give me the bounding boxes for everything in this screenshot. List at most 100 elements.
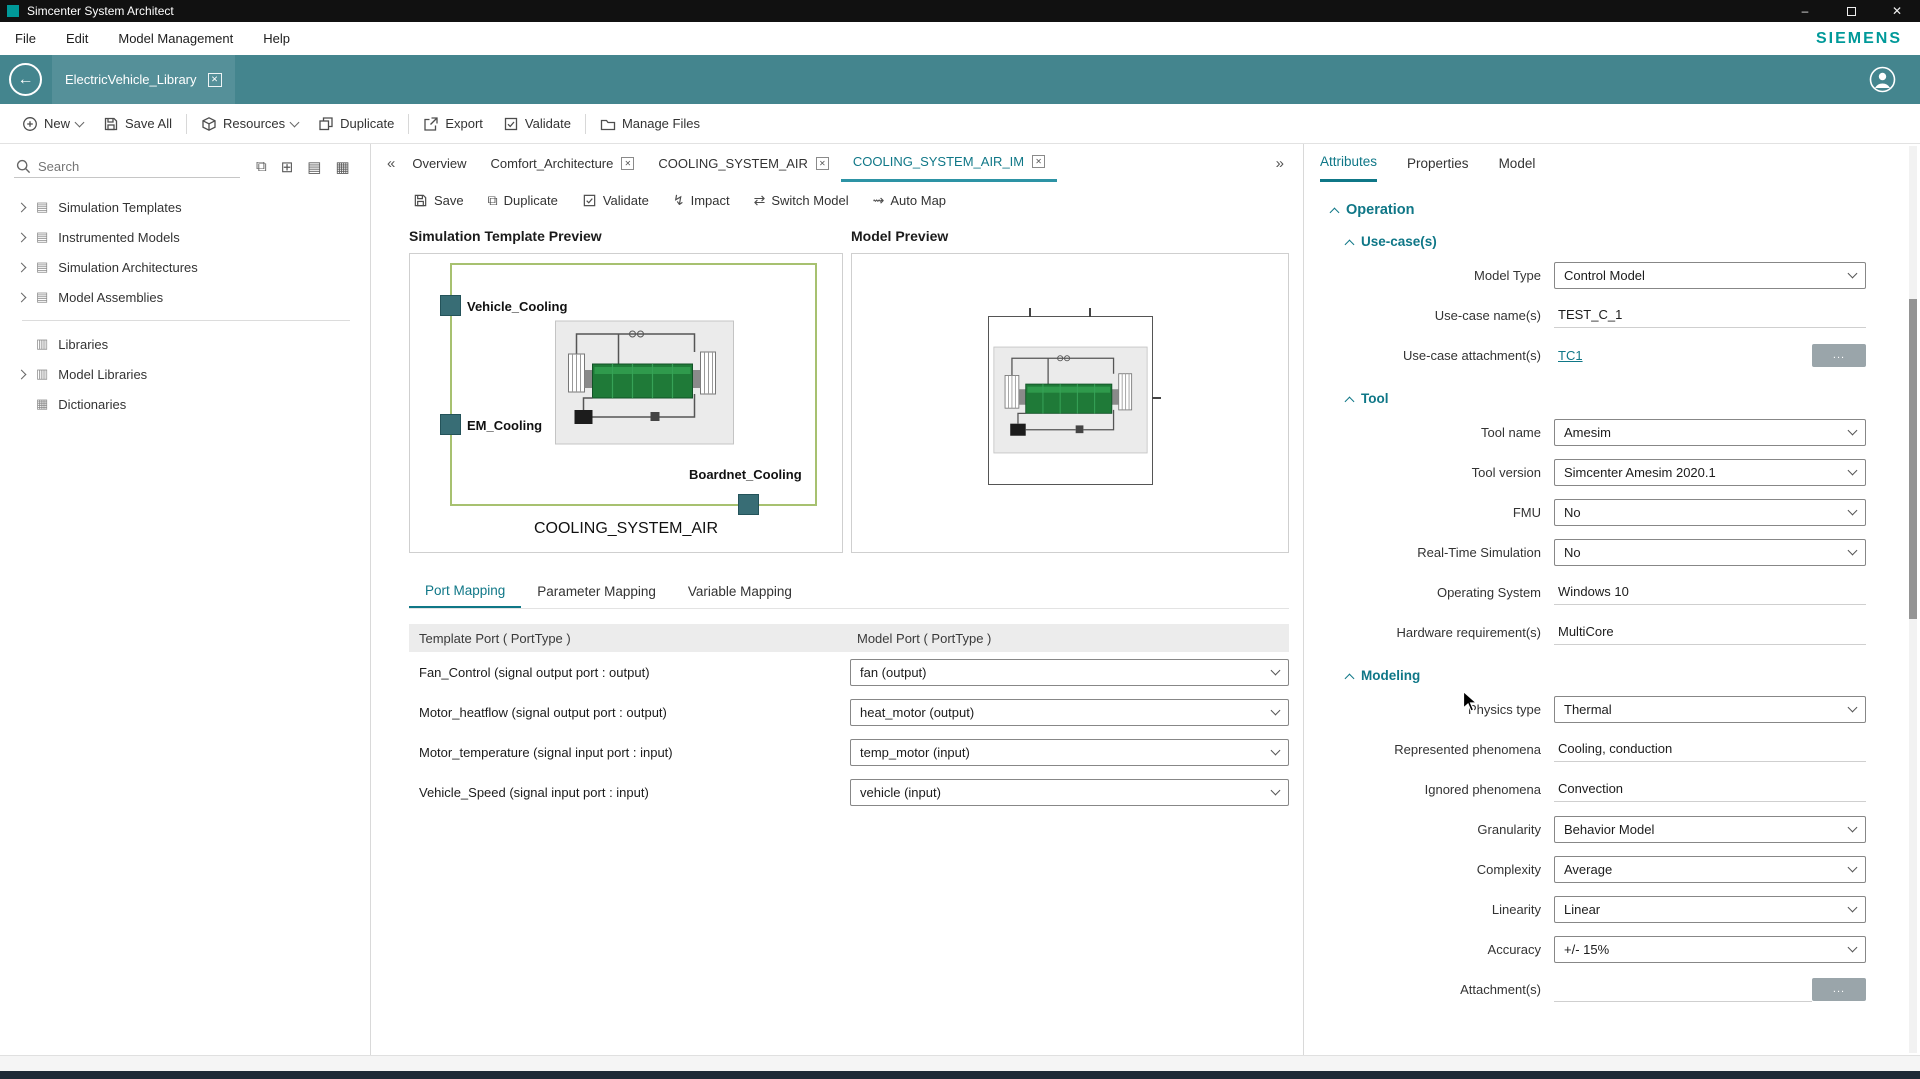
manage-files-button[interactable]: Manage Files <box>590 110 710 138</box>
tab-label: COOLING_SYSTEM_AIR_IM <box>853 154 1024 169</box>
tab-parameter-mapping[interactable]: Parameter Mapping <box>521 575 672 608</box>
expander-chevron-icon[interactable] <box>17 292 27 302</box>
duplicate-button[interactable]: ⧉ Duplicate <box>488 193 558 208</box>
scrollbar-thumb[interactable] <box>1909 299 1917 619</box>
menu-file[interactable]: File <box>0 22 51 55</box>
tab-cooling-system-air[interactable]: COOLING_SYSTEM_AIR ✕ <box>646 144 841 182</box>
operating-system-input[interactable]: Windows 10 <box>1554 580 1866 605</box>
port-square-em-cooling[interactable] <box>440 414 461 435</box>
tab-close-icon[interactable]: ✕ <box>621 157 634 170</box>
editor-toolbar: Save ⧉ Duplicate Validate ↯ Impact ⇄ Swi… <box>371 182 1303 218</box>
chevron-down-icon[interactable] <box>290 117 300 127</box>
profile-button[interactable] <box>1869 66 1896 93</box>
views-icon[interactable]: ⧉ <box>256 158 267 176</box>
tab-model[interactable]: Model <box>1499 144 1536 182</box>
tool-name-select[interactable]: Amesim <box>1554 419 1866 446</box>
sidebar-item-model-assemblies[interactable]: ▤ Model Assemblies <box>0 282 370 312</box>
resources-button[interactable]: Resources <box>191 110 308 138</box>
section-tool[interactable]: Tool <box>1346 391 1920 406</box>
tab-close-icon[interactable]: ✕ <box>1032 155 1045 168</box>
sidebar-item-instrumented-models[interactable]: ▤ Instrumented Models <box>0 222 370 252</box>
save-all-button[interactable]: Save All <box>93 110 182 138</box>
use-case-attachment-link[interactable]: TC1 <box>1554 348 1583 363</box>
sidebar-item-simulation-templates[interactable]: ▤ Simulation Templates <box>0 192 370 222</box>
template-preview-canvas[interactable]: Vehicle_Cooling EM_Cooling Boardnet_Cool… <box>409 253 843 553</box>
sidebar-item-label: Instrumented Models <box>58 230 179 245</box>
collapse-tabs-icon[interactable]: « <box>382 155 400 172</box>
expander-chevron-icon[interactable] <box>17 202 27 212</box>
tab-variable-mapping[interactable]: Variable Mapping <box>672 575 808 608</box>
chevron-down-icon[interactable] <box>75 117 85 127</box>
window-close-button[interactable]: ✕ <box>1874 0 1920 22</box>
new-view-icon[interactable]: ⊞ <box>281 158 294 176</box>
model-port-select[interactable]: fan (output) <box>850 659 1289 686</box>
model-type-select[interactable]: Control Model <box>1554 262 1866 289</box>
tab-properties[interactable]: Properties <box>1407 144 1469 182</box>
tab-overflow-icon[interactable]: » <box>1271 155 1289 172</box>
expander-chevron-icon[interactable] <box>17 369 27 379</box>
hardware-requirements-input[interactable]: MultiCore <box>1554 620 1866 645</box>
impact-label: Impact <box>691 193 730 208</box>
back-button[interactable]: ← <box>9 63 42 96</box>
menu-model-management[interactable]: Model Management <box>103 22 248 55</box>
sidebar-item-model-libraries[interactable]: ▥ Model Libraries <box>0 359 370 389</box>
section-use-cases[interactable]: Use-case(s) <box>1346 234 1920 249</box>
validate-button[interactable]: Validate <box>582 193 649 208</box>
complexity-select[interactable]: Average <box>1554 856 1866 883</box>
workspace-tab[interactable]: ElectricVehicle_Library ✕ <box>52 55 235 104</box>
section-modeling[interactable]: Modeling <box>1346 668 1920 683</box>
window-minimize-button[interactable]: – <box>1782 0 1828 22</box>
port-square-boardnet-cooling[interactable] <box>738 494 759 515</box>
tab-close-icon[interactable]: ✕ <box>816 157 829 170</box>
menu-help[interactable]: Help <box>248 22 305 55</box>
validate-button[interactable]: Validate <box>493 110 581 138</box>
search-input[interactable] <box>38 159 218 174</box>
use-case-attachment-browse-button[interactable]: ... <box>1812 344 1866 367</box>
model-port-select[interactable]: temp_motor (input) <box>850 739 1289 766</box>
use-case-name-input[interactable]: TEST_C_1 <box>1554 303 1866 328</box>
export-button[interactable]: Export <box>413 110 493 138</box>
attachments-browse-button[interactable]: ... <box>1812 978 1866 1001</box>
port-square-vehicle-cooling[interactable] <box>440 295 461 316</box>
represented-phenomena-input[interactable]: Cooling, conduction <box>1554 737 1866 762</box>
sidebar-item-dictionaries[interactable]: ▦ Dictionaries <box>0 389 370 419</box>
workspace-tab-close-icon[interactable]: ✕ <box>208 73 222 87</box>
impact-button[interactable]: ↯ Impact <box>673 193 730 208</box>
tool-version-select[interactable]: Simcenter Amesim 2020.1 <box>1554 459 1866 486</box>
switch-model-button[interactable]: ⇄ Switch Model <box>754 193 849 208</box>
model-port-select[interactable]: vehicle (input) <box>850 779 1289 806</box>
menu-edit[interactable]: Edit <box>51 22 103 55</box>
tab-overview[interactable]: Overview <box>400 144 478 182</box>
linearity-select[interactable]: Linear <box>1554 896 1866 923</box>
new-button[interactable]: New <box>12 110 93 138</box>
window-restore-button[interactable] <box>1828 0 1874 22</box>
layout-view-icon[interactable]: ▦ <box>335 158 349 176</box>
duplicate-button[interactable]: Duplicate <box>308 110 404 138</box>
search-field[interactable] <box>14 156 240 178</box>
ignored-phenomena-input[interactable]: Convection <box>1554 777 1866 802</box>
fmu-select[interactable]: No <box>1554 499 1866 526</box>
vertical-scrollbar[interactable] <box>1909 146 1917 1053</box>
grid-view-icon[interactable]: ▤ <box>307 158 321 176</box>
auto-map-button[interactable]: ⇝ Auto Map <box>873 193 946 208</box>
tab-port-mapping[interactable]: Port Mapping <box>409 575 521 608</box>
tab-comfort-architecture[interactable]: Comfort_Architecture ✕ <box>479 144 647 182</box>
sidebar-item-libraries[interactable]: ▥ Libraries <box>0 329 370 359</box>
granularity-select[interactable]: Behavior Model <box>1554 816 1866 843</box>
physics-type-select[interactable]: Thermal <box>1554 696 1866 723</box>
tab-cooling-system-air-im[interactable]: COOLING_SYSTEM_AIR_IM ✕ <box>841 144 1057 182</box>
save-all-label: Save All <box>125 116 172 131</box>
sidebar-item-label: Model Libraries <box>58 367 147 382</box>
save-button[interactable]: Save <box>413 193 464 208</box>
attachments-input[interactable] <box>1554 977 1812 1002</box>
sidebar-divider <box>22 320 350 321</box>
model-port-select[interactable]: heat_motor (output) <box>850 699 1289 726</box>
section-operation[interactable]: Operation <box>1331 202 1920 218</box>
sidebar-item-simulation-architectures[interactable]: ▤ Simulation Architectures <box>0 252 370 282</box>
expander-chevron-icon[interactable] <box>17 262 27 272</box>
tab-attributes[interactable]: Attributes <box>1320 144 1377 182</box>
model-preview-canvas[interactable] <box>851 253 1289 553</box>
accuracy-select[interactable]: +/- 15% <box>1554 936 1866 963</box>
expander-chevron-icon[interactable] <box>17 232 27 242</box>
real-time-simulation-select[interactable]: No <box>1554 539 1866 566</box>
